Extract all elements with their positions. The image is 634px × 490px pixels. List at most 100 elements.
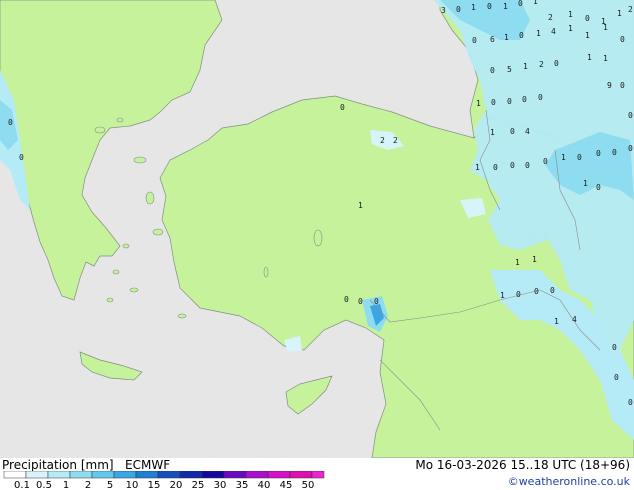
scale-labels: 0.1 0.5 1 2 5 10 15 20 25 30 35 40 45 50 bbox=[14, 480, 314, 490]
station-value: 1 bbox=[500, 291, 505, 300]
station-value: 0 bbox=[516, 290, 521, 299]
scale-tick-label: 0.1 bbox=[14, 480, 30, 490]
legend-title-row: Precipitation [mm] ECMWF bbox=[2, 458, 170, 472]
station-value: 1 bbox=[603, 54, 608, 63]
station-value: 1 bbox=[568, 24, 573, 33]
station-value: 1 bbox=[561, 153, 566, 162]
station-value: 1 bbox=[490, 128, 495, 137]
station-value: 0 bbox=[585, 14, 590, 23]
station-value: 0 bbox=[538, 93, 543, 102]
station-value: 0 bbox=[628, 111, 633, 120]
scale-boxes bbox=[3, 471, 325, 479]
station-value: 1 bbox=[476, 99, 481, 108]
station-value: 0 bbox=[490, 66, 495, 75]
station-value: 4 bbox=[572, 315, 577, 324]
station-value: 0 bbox=[620, 35, 625, 44]
scale-tick-label: 40 bbox=[258, 480, 271, 490]
scale-swatch bbox=[47, 471, 71, 479]
station-value: 0 bbox=[8, 118, 13, 127]
station-value: 4 bbox=[551, 27, 556, 36]
station-value: 6 bbox=[490, 35, 495, 44]
station-value: 1 bbox=[554, 317, 559, 326]
station-value: 1 bbox=[503, 2, 508, 11]
station-value: 0 bbox=[472, 36, 477, 45]
station-value: 1 bbox=[585, 31, 590, 40]
station-value: 0 bbox=[507, 97, 512, 106]
scale-swatch bbox=[69, 471, 93, 479]
color-scale: 0.1 0.5 1 2 5 10 15 20 25 30 35 40 45 50 bbox=[3, 471, 325, 490]
station-value: 0 bbox=[340, 103, 345, 112]
station-value: 1 bbox=[515, 258, 520, 267]
scale-swatch bbox=[179, 471, 203, 479]
bottom-bar: Precipitation [mm] ECMWF Mo 16-03-2026 1… bbox=[0, 458, 634, 490]
station-value: 0 bbox=[493, 163, 498, 172]
station-value: 1 bbox=[583, 179, 588, 188]
station-value: 1 bbox=[603, 23, 608, 32]
station-value: 0 bbox=[19, 153, 24, 162]
station-value: 4 bbox=[525, 127, 530, 136]
station-value: 1 bbox=[533, 0, 538, 6]
station-value: 0 bbox=[518, 0, 523, 8]
station-value: 1 bbox=[475, 163, 480, 172]
station-value: 0 bbox=[614, 373, 619, 382]
scale-swatch bbox=[223, 471, 247, 479]
scale-swatch bbox=[289, 471, 313, 479]
station-value: 0 bbox=[456, 5, 461, 14]
legend-title: Precipitation [mm] bbox=[2, 458, 114, 472]
station-value: 1 bbox=[532, 255, 537, 264]
scale-tick-label: 45 bbox=[280, 480, 293, 490]
precipitation-map: 3 0 1 0 1 0 12 1 0 11 20 6 1 0 1 4 11100 5 1 2 01 1091 0 0 0 001 0… bbox=[0, 0, 634, 458]
station-value: 5 bbox=[507, 65, 512, 74]
station-value: 2 bbox=[393, 136, 398, 145]
station-value: 0 bbox=[510, 161, 515, 170]
scale-swatch bbox=[25, 471, 49, 479]
station-value: 2 bbox=[539, 60, 544, 69]
scale-swatch bbox=[135, 471, 159, 479]
scale-swatch bbox=[267, 471, 291, 479]
station-value: 0 bbox=[522, 95, 527, 104]
station-value: 2 bbox=[628, 5, 633, 14]
scale-tick-label: 50 bbox=[302, 480, 315, 490]
credit-link[interactable]: ©weatheronline.co.uk bbox=[508, 475, 630, 488]
station-value: 1 bbox=[504, 33, 509, 42]
station-value: 0 bbox=[596, 183, 601, 192]
station-value: 0 bbox=[491, 98, 496, 107]
scale-tick-label: 2 bbox=[85, 480, 91, 490]
scale-swatch bbox=[91, 471, 115, 479]
station-value: 1 bbox=[536, 29, 541, 38]
station-value: 0 bbox=[374, 297, 379, 306]
station-value: 0 bbox=[510, 127, 515, 136]
station-value: 0 bbox=[612, 343, 617, 352]
station-value: 0 bbox=[628, 144, 633, 153]
station-value: 0 bbox=[487, 2, 492, 11]
station-value: 0 bbox=[550, 286, 555, 295]
scale-tick-label: 15 bbox=[148, 480, 161, 490]
station-value: 0 bbox=[534, 287, 539, 296]
scale-swatch bbox=[157, 471, 181, 479]
scale-swatch bbox=[245, 471, 269, 479]
station-value: 0 bbox=[543, 157, 548, 166]
station-value: 0 bbox=[554, 59, 559, 68]
station-value: 0 bbox=[577, 153, 582, 162]
scale-swatch bbox=[311, 471, 325, 479]
station-value: 1 bbox=[523, 62, 528, 71]
scale-swatch bbox=[113, 471, 137, 479]
station-value: 0 bbox=[519, 31, 524, 40]
valid-time: Mo 16-03-2026 15..18 UTC (18+96) bbox=[415, 458, 630, 472]
scale-tick-label: 25 bbox=[192, 480, 205, 490]
station-value: 0 bbox=[525, 161, 530, 170]
station-value: 0 bbox=[612, 148, 617, 157]
station-value: 9 bbox=[607, 81, 612, 90]
station-value: 1 bbox=[587, 53, 592, 62]
scale-tick-label: 35 bbox=[236, 480, 249, 490]
station-value: 1 bbox=[358, 201, 363, 210]
station-value: 1 bbox=[617, 9, 622, 18]
scale-tick-label: 10 bbox=[126, 480, 139, 490]
station-value: 2 bbox=[548, 13, 553, 22]
station-value: 0 bbox=[620, 81, 625, 90]
station-value: 0 bbox=[628, 398, 633, 407]
scale-tick-label: 1 bbox=[63, 480, 69, 490]
station-value: 1 bbox=[568, 10, 573, 19]
scale-tick-label: 30 bbox=[214, 480, 227, 490]
scale-swatch bbox=[201, 471, 225, 479]
